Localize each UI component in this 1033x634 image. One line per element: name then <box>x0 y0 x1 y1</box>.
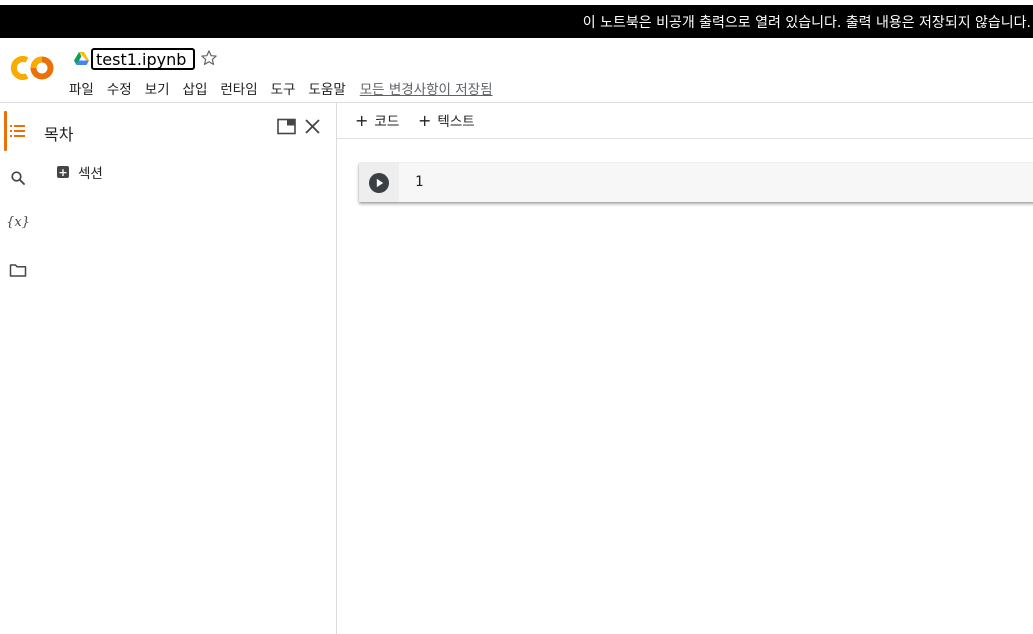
add-code-button[interactable]: + 코드 <box>355 110 400 131</box>
private-output-banner: 이 노트북은 비공개 출력으로 열려 있습니다. 출력 내용은 저장되지 않습니… <box>0 5 1033 38</box>
add-section-label: 섹션 <box>78 166 103 182</box>
menu-tools[interactable]: 도구 <box>271 78 296 98</box>
menu-bar: 파일 수정 보기 삽입 런타임 도구 도움말 모든 변경사항이 저장됨 <box>69 78 493 98</box>
code-cell[interactable]: 1 <box>359 163 1033 202</box>
plus-icon: + <box>418 110 432 130</box>
add-box-icon: + <box>57 165 69 179</box>
add-text-button[interactable]: + 텍스트 <box>418 110 475 131</box>
folder-icon[interactable] <box>9 261 27 279</box>
google-drive-icon[interactable] <box>74 52 89 65</box>
add-text-label: 텍스트 <box>437 114 475 130</box>
popout-icon[interactable] <box>277 118 296 135</box>
add-code-label: 코드 <box>374 114 400 130</box>
add-section-button[interactable]: + 섹션 <box>57 163 103 182</box>
notebook-name-input[interactable] <box>91 48 195 70</box>
run-cell-button[interactable] <box>369 173 389 193</box>
close-icon[interactable] <box>304 118 321 135</box>
code-editor[interactable]: 1 <box>415 174 423 190</box>
toc-icon[interactable] <box>9 122 27 140</box>
menu-view[interactable]: 보기 <box>145 78 170 98</box>
star-icon[interactable] <box>199 48 219 68</box>
save-status-link[interactable]: 모든 변경사항이 저장됨 <box>360 78 493 98</box>
menu-file[interactable]: 파일 <box>69 78 94 98</box>
colab-logo[interactable] <box>11 53 55 83</box>
menu-insert[interactable]: 삽입 <box>183 78 208 98</box>
panel-divider <box>336 103 337 634</box>
rail-active-indicator <box>4 111 7 151</box>
variables-icon[interactable]: {x} <box>6 213 30 231</box>
toc-panel-title: 목차 <box>44 125 74 144</box>
menu-help[interactable]: 도움말 <box>308 78 345 98</box>
toolbar-divider <box>337 138 1033 139</box>
play-icon <box>376 178 384 188</box>
search-icon[interactable] <box>9 169 27 187</box>
menu-runtime[interactable]: 런타임 <box>220 78 257 98</box>
menu-edit[interactable]: 수정 <box>107 78 132 98</box>
header-divider <box>0 102 1033 103</box>
plus-icon: + <box>355 110 369 130</box>
